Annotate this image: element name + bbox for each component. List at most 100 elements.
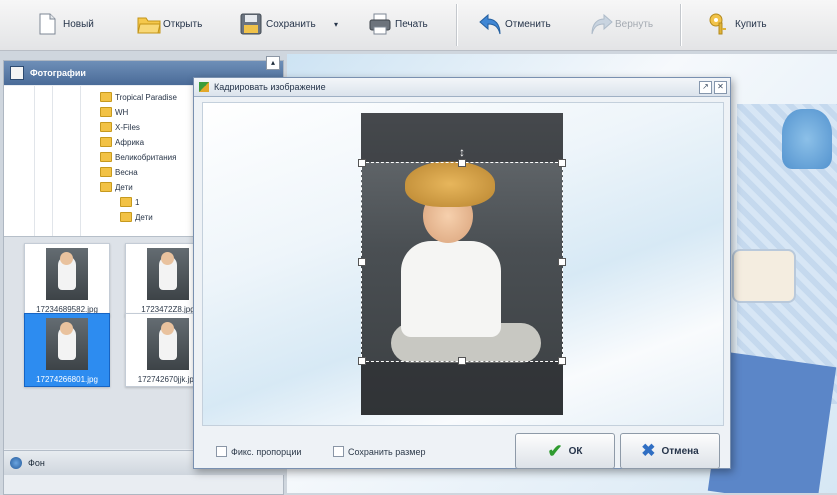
- save-button[interactable]: Сохранить: [235, 8, 320, 40]
- keep-size-checkbox[interactable]: Сохранить размер: [333, 446, 425, 457]
- tree-item[interactable]: WH: [100, 107, 128, 117]
- photo-subject: [60, 252, 73, 265]
- checkmark-icon: ✔: [547, 440, 563, 461]
- key-icon: [708, 12, 730, 36]
- tree-item[interactable]: Дети: [100, 182, 133, 192]
- new-button[interactable]: Новый: [32, 8, 98, 40]
- crop-dialog: Кадрировать изображение ↗ ✕ ↕ Фикс. проп…: [193, 77, 731, 469]
- tree-item-label: 1: [135, 197, 140, 207]
- crop-handle-bottom-left[interactable]: [358, 357, 366, 365]
- main-toolbar: Новый Открыть Сохранить ▾ Печать Отменит…: [0, 0, 837, 51]
- tree-item[interactable]: X-Files: [100, 122, 140, 132]
- folder-icon: [100, 182, 112, 192]
- save-disk-icon: [239, 12, 262, 36]
- photo-thumbnail[interactable]: 17234689582.jpg: [24, 243, 110, 317]
- tree-item[interactable]: Дети: [120, 212, 153, 222]
- photos-panel-title: Фотографии: [30, 68, 86, 78]
- tree-item-label: Великобритания: [115, 152, 177, 162]
- ok-label: ОК: [568, 445, 583, 457]
- open-label: Открыть: [163, 18, 203, 30]
- new-document-icon: [36, 12, 58, 36]
- folder-icon: [100, 152, 112, 162]
- toolbar-separator: [456, 4, 458, 46]
- cancel-button[interactable]: ✖ Отмена: [620, 433, 720, 469]
- crop-dialog-titlebar: Кадрировать изображение: [194, 78, 730, 97]
- save-label: Сохранить: [266, 18, 316, 30]
- buy-label: Купить: [735, 18, 767, 30]
- crop-handle-left[interactable]: [358, 258, 366, 266]
- tree-item[interactable]: Весна: [100, 167, 138, 177]
- checkbox-box[interactable]: [216, 446, 227, 457]
- undo-arrow-icon: [478, 12, 501, 36]
- photo-thumbnail[interactable]: 17274266801.jpg: [24, 313, 110, 387]
- photos-icon: [10, 66, 24, 80]
- tree-item-label: Дети: [135, 212, 153, 222]
- close-icon[interactable]: ✕: [714, 81, 727, 94]
- tree-item-label: Африка: [115, 137, 145, 147]
- thumbnail-image: [147, 248, 189, 300]
- label-tag: [732, 249, 796, 303]
- resize-cursor-icon: ↕: [459, 145, 465, 159]
- checkbox-box[interactable]: [333, 446, 344, 457]
- tree-guide: [34, 86, 35, 236]
- tree-item-label: Tropical Paradise: [115, 92, 177, 102]
- crop-workspace: ↕: [202, 102, 724, 426]
- thumbnail-image: [46, 318, 88, 370]
- maximize-icon[interactable]: ↗: [699, 81, 712, 94]
- folder-open-icon: [136, 12, 161, 36]
- crop-handle-right[interactable]: [558, 258, 566, 266]
- background-tab-label: Фон: [28, 458, 45, 468]
- buy-button[interactable]: Купить: [704, 8, 771, 40]
- save-dropdown-button[interactable]: ▾: [330, 8, 348, 40]
- chevron-down-icon: ▾: [334, 19, 339, 29]
- crop-dialog-title: Кадрировать изображение: [214, 82, 326, 92]
- tree-guide: [52, 86, 53, 236]
- tree-item[interactable]: Великобритания: [100, 152, 176, 162]
- fix-proportions-checkbox[interactable]: Фикс. пропорции: [216, 446, 301, 457]
- folder-icon: [120, 197, 132, 207]
- redo-label: Вернуть: [615, 18, 654, 30]
- redo-arrow-icon: [588, 12, 613, 36]
- tree-item[interactable]: Tropical Paradise: [100, 92, 177, 102]
- cancel-label: Отмена: [661, 445, 699, 457]
- cancel-x-icon: ✖: [641, 441, 656, 460]
- fix-proportions-label: Фикс. пропорции: [231, 446, 302, 457]
- crop-handle-bottom[interactable]: [458, 357, 466, 365]
- undo-button[interactable]: Отменить: [474, 8, 555, 40]
- crop-mask-bottom: [361, 361, 563, 415]
- print-label: Печать: [395, 18, 428, 30]
- crop-handle-top-right[interactable]: [558, 159, 566, 167]
- folder-icon: [100, 122, 112, 132]
- tree-guide: [80, 86, 81, 236]
- globe-icon: [10, 457, 22, 469]
- folder-icon: [100, 137, 112, 147]
- tree-item[interactable]: Африка: [100, 137, 144, 147]
- undo-label: Отменить: [505, 18, 551, 30]
- keep-size-label: Сохранить размер: [348, 446, 426, 457]
- thumbnail-image: [46, 248, 88, 300]
- ribbon-bow-icon: [782, 109, 832, 169]
- crop-handle-bottom-right[interactable]: [558, 357, 566, 365]
- photo-subject: [60, 322, 73, 335]
- crop-dialog-footer: Фикс. пропорции Сохранить размер ✔ ОК ✖ …: [194, 430, 730, 469]
- toolbar-separator: [680, 4, 682, 46]
- tree-item-label: Дети: [115, 182, 133, 192]
- crop-handle-top[interactable]: [458, 159, 466, 167]
- ok-button[interactable]: ✔ ОК: [515, 433, 615, 469]
- crop-rectangle[interactable]: [358, 159, 566, 365]
- tree-item[interactable]: 1: [120, 197, 139, 207]
- thumbnail-image: [147, 318, 189, 370]
- folder-icon: [100, 107, 112, 117]
- thumbnail-caption: 17274266801.jpg: [36, 375, 98, 384]
- crop-handle-top-left[interactable]: [358, 159, 366, 167]
- print-button[interactable]: Печать: [364, 8, 432, 40]
- new-label: Новый: [63, 18, 94, 30]
- tree-item-label: WH: [115, 107, 129, 117]
- panel-collapse-button[interactable]: ▴: [266, 56, 280, 70]
- redo-button[interactable]: Вернуть: [584, 8, 657, 40]
- folder-icon: [100, 167, 112, 177]
- crop-photo[interactable]: ↕: [358, 113, 566, 415]
- open-button[interactable]: Открыть: [132, 8, 206, 40]
- folder-icon: [120, 212, 132, 222]
- tree-item-label: X-Files: [115, 122, 140, 132]
